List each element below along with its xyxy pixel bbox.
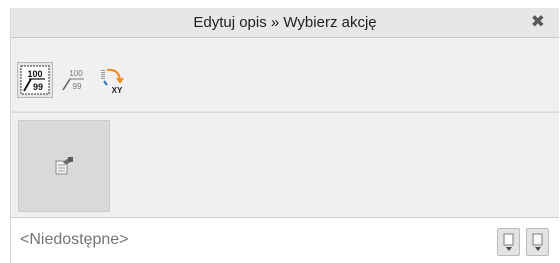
dimension-description-icon: 100 99 <box>20 65 50 95</box>
move-down-button[interactable] <box>526 228 549 256</box>
insert-down-button[interactable] <box>497 228 520 256</box>
dimension-description-button[interactable]: 100 99 <box>17 62 53 98</box>
title-bar: Edytuj opis » Wybierz akcję ✖ <box>11 8 559 38</box>
dimension-light-bottom-value: 99 <box>73 82 82 91</box>
edit-properties-icon <box>55 157 73 175</box>
xy-label: XY <box>112 86 123 95</box>
dimension-light-top-value: 100 <box>69 69 83 78</box>
dimension-description-light-icon: 100 99 <box>62 69 84 91</box>
action-area <box>11 112 559 217</box>
window-title: Edytuj opis » Wybierz akcję <box>193 14 377 31</box>
status-text: <Niedostępne> <box>20 231 129 248</box>
edit-description-panel: Edytuj opis » Wybierz akcję ✖ 100 99 100… <box>10 8 559 263</box>
xy-coordinates-icon: XY <box>101 68 124 95</box>
insert-down-icon <box>503 233 513 251</box>
bottom-bar: <Niedostępne> <box>11 217 559 263</box>
action-tile[interactable] <box>18 120 110 212</box>
close-icon[interactable]: ✖ <box>531 12 545 32</box>
dimension-bottom-value: 99 <box>33 82 43 92</box>
dimension-description-light-button[interactable]: 100 99 <box>56 62 92 98</box>
xy-coordinates-button[interactable]: XY <box>95 62 131 98</box>
dimension-top-value: 100 <box>27 69 42 79</box>
move-down-icon <box>532 233 542 251</box>
toolbar: 100 99 100 99 XY <box>11 38 559 112</box>
